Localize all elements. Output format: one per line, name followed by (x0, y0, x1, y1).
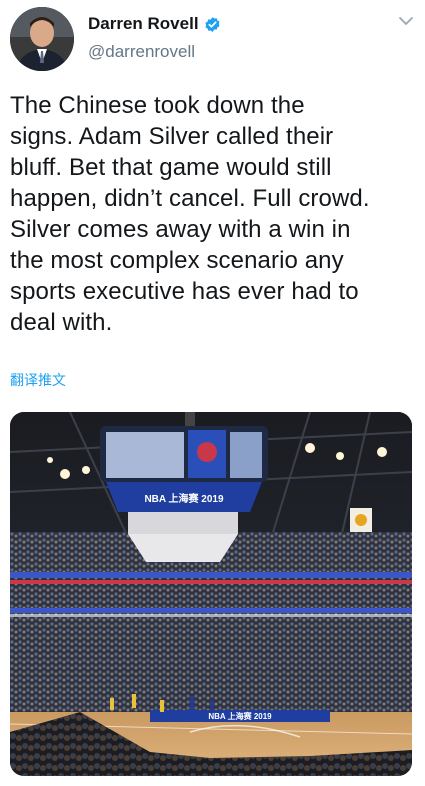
basketball-arena-photo-icon: NBA 上海赛 2019 NBA 上海赛 2019 (10, 412, 412, 776)
verified-badge-icon (205, 16, 220, 32)
author-name[interactable]: Darren Rovell (88, 14, 221, 34)
display-name[interactable]: Darren Rovell (88, 14, 199, 34)
avatar[interactable] (10, 7, 74, 71)
court-banner-text: NBA 上海赛 2019 (208, 711, 272, 721)
tweet: Darren Rovell @darrenrovell The Chinese … (0, 0, 425, 786)
person-avatar-icon (10, 7, 74, 71)
translate-tweet-link[interactable]: 翻译推文 (10, 370, 66, 390)
tweet-text: The Chinese took down the signs. Adam Si… (10, 92, 370, 336)
scoreboard-text: NBA 上海赛 2019 (144, 492, 224, 505)
author-handle[interactable]: @darrenrovell (88, 42, 195, 62)
tweet-photo[interactable]: NBA 上海赛 2019 NBA 上海赛 2019 (10, 412, 412, 776)
chevron-down-icon[interactable] (397, 14, 415, 28)
